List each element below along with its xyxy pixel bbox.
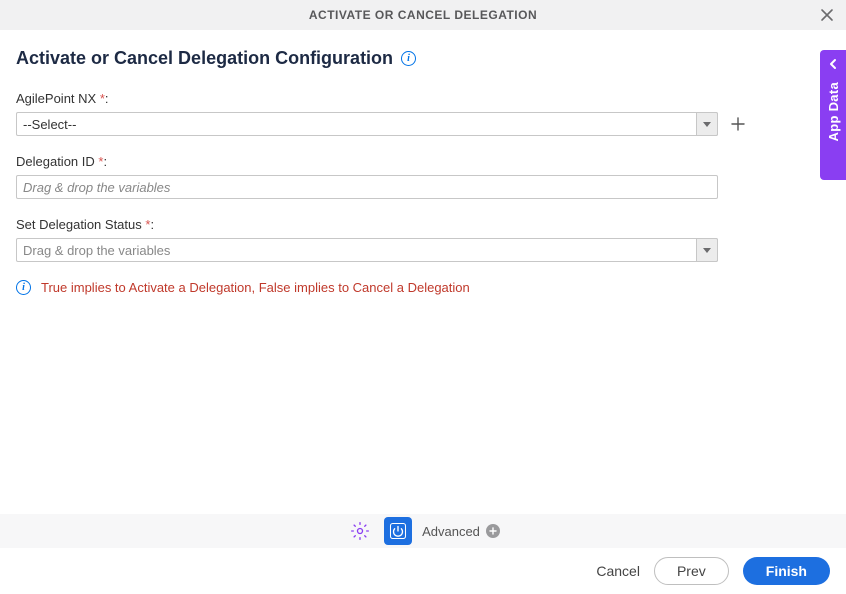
required-marker: * <box>100 91 105 106</box>
field-delegation-status: Set Delegation Status *: <box>16 217 830 262</box>
advanced-button[interactable]: Advanced <box>422 524 500 539</box>
chevron-left-icon <box>827 58 839 70</box>
close-icon <box>820 8 834 22</box>
app-data-tab[interactable]: App Data <box>820 50 846 180</box>
agilepoint-select[interactable] <box>16 112 718 136</box>
required-marker: * <box>98 154 103 169</box>
cancel-button[interactable]: Cancel <box>596 563 640 579</box>
page-title: Activate or Cancel Delegation Configurat… <box>16 48 393 69</box>
status-hint-row: i True implies to Activate a Delegation,… <box>16 280 830 295</box>
chevron-down-icon <box>703 122 711 127</box>
agilepoint-caret[interactable] <box>696 112 718 136</box>
agilepoint-select-input[interactable] <box>16 112 718 136</box>
agilepoint-label: AgilePoint NX *: <box>16 91 830 106</box>
delegation-status-label: Set Delegation Status *: <box>16 217 830 232</box>
agilepoint-row <box>16 112 830 136</box>
power-button[interactable] <box>384 517 412 545</box>
page-title-row: Activate or Cancel Delegation Configurat… <box>16 48 830 69</box>
delegation-status-combo[interactable] <box>16 238 718 262</box>
prev-button[interactable]: Prev <box>654 557 729 585</box>
gear-icon <box>350 521 370 541</box>
close-button[interactable] <box>818 6 836 24</box>
delegation-status-caret[interactable] <box>696 238 718 262</box>
power-icon <box>389 522 407 540</box>
settings-button[interactable] <box>346 517 374 545</box>
agilepoint-label-text: AgilePoint NX <box>16 91 96 106</box>
field-agilepoint: AgilePoint NX *: <box>16 91 830 136</box>
delegation-status-input[interactable] <box>16 238 718 262</box>
required-marker: * <box>145 217 150 232</box>
dialog-title: ACTIVATE OR CANCEL DELEGATION <box>309 8 537 22</box>
delegation-id-label-text: Delegation ID <box>16 154 95 169</box>
add-circle-icon <box>486 524 500 538</box>
delegation-id-label: Delegation ID *: <box>16 154 830 169</box>
dialog-header: ACTIVATE OR CANCEL DELEGATION <box>0 0 846 30</box>
info-icon: i <box>16 280 31 295</box>
delegation-id-input[interactable] <box>16 175 718 199</box>
info-icon[interactable]: i <box>401 51 416 66</box>
chevron-down-icon <box>703 248 711 253</box>
delegation-status-label-text: Set Delegation Status <box>16 217 142 232</box>
add-agilepoint-button[interactable] <box>728 114 748 134</box>
status-hint: True implies to Activate a Delegation, F… <box>41 280 470 295</box>
advanced-label: Advanced <box>422 524 480 539</box>
app-data-label: App Data <box>826 82 841 141</box>
form-content: Activate or Cancel Delegation Configurat… <box>0 30 846 295</box>
finish-button[interactable]: Finish <box>743 557 830 585</box>
dialog-footer: Cancel Prev Finish <box>0 548 846 594</box>
plus-icon <box>730 116 746 132</box>
field-delegation-id: Delegation ID *: <box>16 154 830 199</box>
bottom-toolbar: Advanced <box>0 514 846 548</box>
